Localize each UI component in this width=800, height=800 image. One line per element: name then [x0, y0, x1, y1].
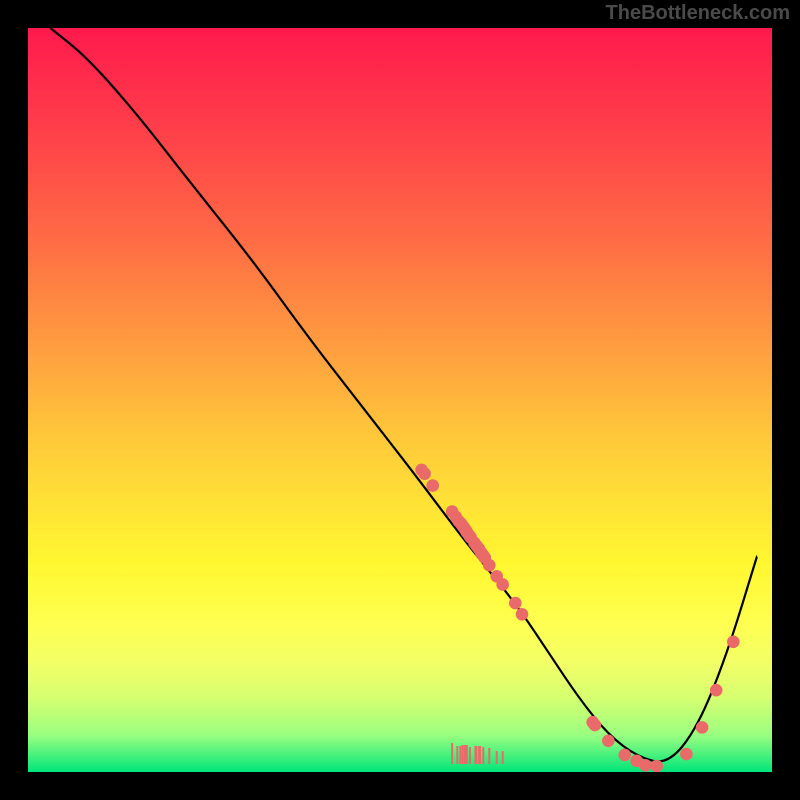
data-point: [418, 467, 431, 480]
watermark-text: TheBottleneck.com: [606, 2, 790, 25]
data-point: [516, 608, 529, 621]
data-point: [727, 636, 740, 649]
chart-tick: [465, 745, 468, 764]
data-point: [496, 578, 509, 591]
chart-tick: [451, 743, 453, 764]
chart-tick: [459, 746, 461, 764]
chart-tick: [462, 745, 464, 764]
data-point: [589, 719, 602, 732]
data-point: [710, 684, 723, 697]
chart-tick: [502, 751, 504, 764]
data-point: [426, 479, 439, 492]
data-point: [639, 759, 652, 772]
data-point: [509, 597, 522, 610]
chart-svg: [28, 28, 772, 772]
chart-tick: [469, 747, 471, 764]
chart-area: [28, 28, 772, 772]
line-series: [50, 28, 757, 761]
data-point: [696, 721, 709, 734]
chart-tick: [474, 746, 477, 764]
data-point: [602, 735, 615, 748]
data-point: [680, 748, 693, 761]
chart-tick: [488, 748, 490, 764]
chart-tick: [456, 746, 458, 764]
data-point: [618, 749, 631, 762]
chart-tick: [496, 751, 498, 764]
data-point: [650, 760, 663, 772]
chart-tick: [482, 747, 484, 764]
data-point: [483, 559, 496, 572]
chart-tick: [478, 746, 481, 764]
